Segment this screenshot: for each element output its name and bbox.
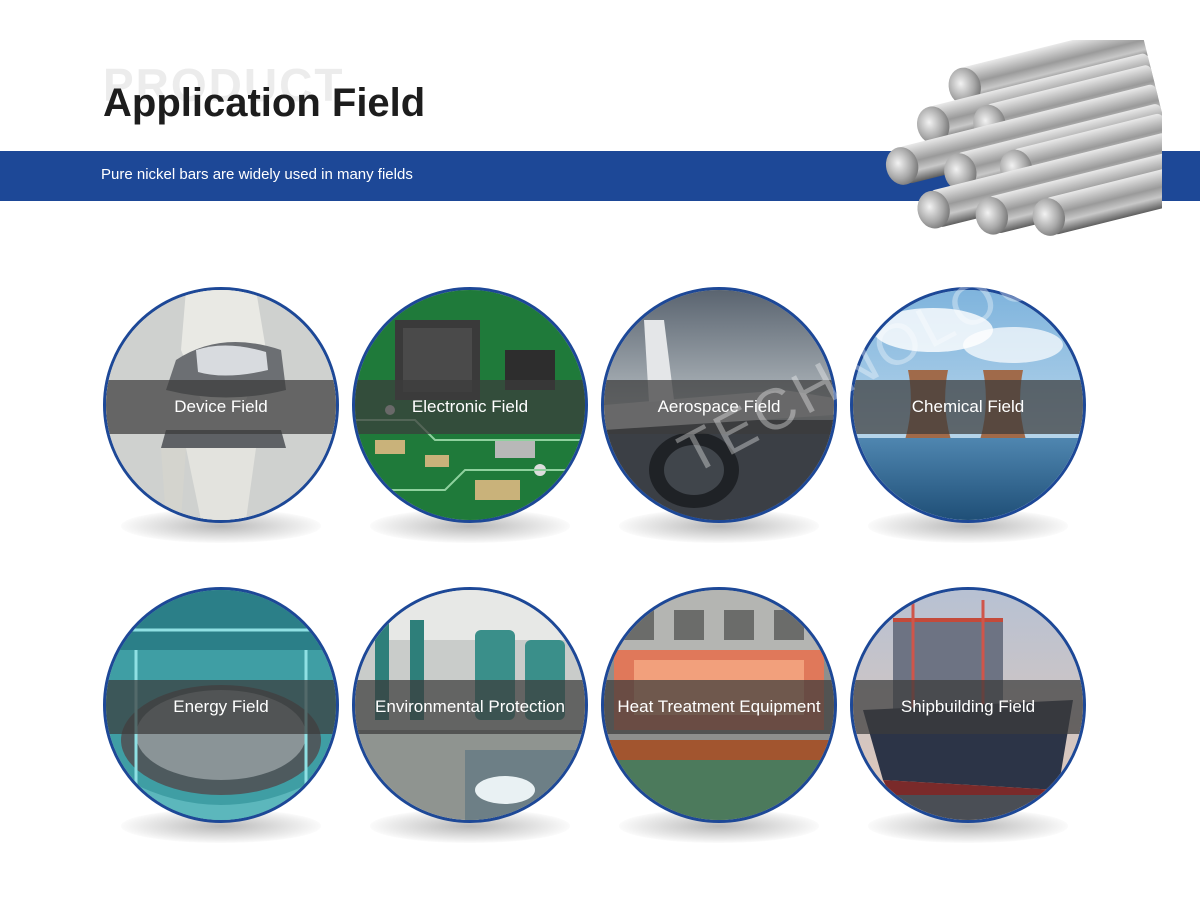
field-label: Heat Treatment Equipment xyxy=(617,697,821,716)
nickel-bars-icon xyxy=(885,40,1162,236)
field-card-energy[interactable]: Energy Field xyxy=(103,587,339,843)
label-band: Environmental Protection xyxy=(355,680,585,734)
label-band: Heat Treatment Equipment xyxy=(604,680,834,734)
field-card-environmental[interactable]: Environmental Protection xyxy=(352,587,588,843)
label-band: Energy Field xyxy=(106,680,336,734)
page-subtitle: Pure nickel bars are widely used in many… xyxy=(101,166,413,183)
field-image-energy: Energy Field xyxy=(103,587,339,823)
label-band: Device Field xyxy=(106,380,336,434)
field-label: Chemical Field xyxy=(911,397,1025,416)
field-label: Shipbuilding Field xyxy=(900,697,1036,716)
page-title: Application Field xyxy=(103,81,426,125)
label-band: Shipbuilding Field xyxy=(853,680,1083,734)
field-card-electronic[interactable]: Electronic Field xyxy=(352,287,588,543)
field-label: Energy Field xyxy=(173,697,269,716)
label-band: Electronic Field xyxy=(355,380,585,434)
field-card-heat-treatment[interactable]: Heat Treatment Equipment xyxy=(601,587,837,843)
field-image-shipbuilding: Shipbuilding Field xyxy=(850,587,1086,823)
field-label: Environmental Protection xyxy=(375,697,565,716)
field-card-shipbuilding[interactable]: Shipbuilding Field xyxy=(850,587,1086,843)
rod-group xyxy=(885,40,1162,236)
field-image-electronic: Electronic Field xyxy=(352,287,588,523)
label-band: Chemical Field xyxy=(853,380,1083,434)
field-label: Device Field xyxy=(174,397,268,416)
field-image-device: Device Field xyxy=(103,287,339,523)
field-label: Electronic Field xyxy=(411,397,529,416)
field-image-environmental: Environmental Protection xyxy=(352,587,588,823)
field-image-heat-treatment: Heat Treatment Equipment xyxy=(601,587,837,823)
field-card-device[interactable]: Device Field xyxy=(103,287,339,543)
